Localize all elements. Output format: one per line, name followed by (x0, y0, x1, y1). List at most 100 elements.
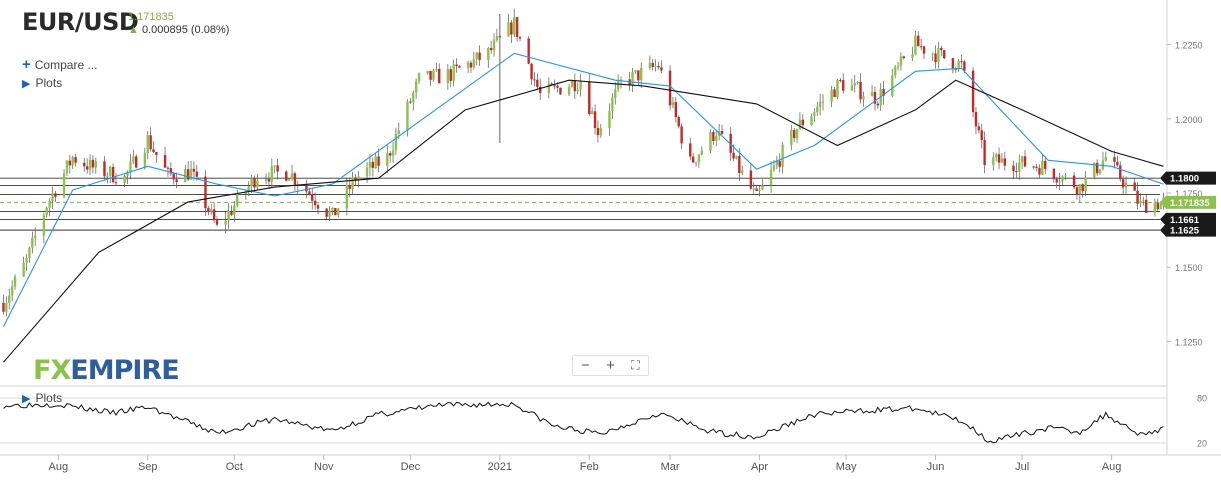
candle-up (937, 47, 940, 63)
candle-up (741, 170, 744, 174)
price-change: 0.000895 (0.08%) (141, 24, 230, 36)
quote-box: 1.171835 ▲ 0.000895 (0.08%) (128, 11, 229, 37)
candle-up (818, 101, 822, 107)
candle-down (1095, 162, 1099, 174)
candle-down (163, 155, 167, 168)
candle-down (429, 71, 432, 80)
rsi-line (3, 401, 1164, 444)
candle-down (311, 194, 314, 201)
candle-up (351, 177, 354, 189)
x-tick-label: Feb (580, 461, 599, 473)
candle-down (449, 69, 452, 81)
candle-down (556, 85, 559, 88)
candle-up (94, 161, 98, 168)
candle-up (790, 130, 793, 145)
candle-up (34, 235, 37, 238)
compare-menu[interactable]: + Compare ... (22, 56, 97, 73)
candle-down (951, 58, 955, 69)
candle-down (974, 111, 978, 127)
candle-down (637, 70, 640, 81)
candle-down (438, 68, 441, 84)
candle-down (149, 135, 152, 150)
candle-up (48, 200, 51, 208)
x-tick-label: Sep (138, 461, 158, 473)
candle-up (798, 119, 802, 129)
candle-up (567, 87, 571, 95)
candle-down (1156, 203, 1159, 210)
plots-label: Plots (35, 76, 63, 90)
candle-up (810, 116, 813, 126)
candle-down (305, 185, 308, 192)
candle-up (599, 127, 603, 136)
x-tick-label: Dec (401, 461, 421, 473)
candle-down (536, 79, 539, 87)
candle-up (487, 48, 490, 60)
candle-up (495, 36, 499, 41)
candle-up (590, 111, 594, 115)
candle-down (1012, 165, 1015, 172)
candle-up (1058, 181, 1061, 183)
candle-up (816, 106, 819, 113)
candle-down (712, 131, 715, 142)
candle-up (368, 161, 372, 168)
candle-down (934, 53, 937, 63)
chart-header: EUR/USD (22, 8, 139, 36)
candle-down (469, 62, 473, 68)
price-chart[interactable]: 1.22501.20001.17501.15001.1250Aug Sep Oct N… (0, 0, 1221, 483)
candle-down (738, 155, 741, 174)
candle-down (530, 63, 533, 80)
candle-up (250, 178, 253, 187)
candle-down (207, 208, 210, 212)
candle-down (778, 160, 781, 167)
candle-down (1081, 184, 1084, 192)
candle-up (507, 22, 510, 37)
candle-down (527, 38, 530, 64)
candle-down (1044, 160, 1047, 169)
candle-down (458, 66, 461, 68)
candle-up (446, 69, 450, 84)
candle-up (106, 175, 109, 177)
fit-screen-icon[interactable]: ⛶ (623, 356, 648, 375)
last-price: 1.171835 (128, 11, 174, 23)
candle-down (660, 67, 663, 71)
candle-up (374, 156, 377, 168)
candle-down (1015, 171, 1018, 173)
candle-down (316, 205, 320, 209)
candle-down (68, 160, 72, 166)
candle-up (631, 72, 634, 86)
candle-down (839, 80, 842, 82)
candle-down (111, 166, 115, 183)
candle-up (1139, 200, 1142, 204)
candle-up (911, 54, 914, 59)
candle-up (264, 179, 268, 181)
candle-down (1023, 156, 1027, 167)
candle-up (781, 144, 784, 167)
candle-up (331, 207, 334, 212)
candle-up (611, 97, 614, 112)
candle-down (1052, 168, 1056, 180)
candle-up (412, 92, 415, 103)
candle-down (313, 200, 317, 206)
level-price-tag: 1.1800 (1160, 171, 1216, 185)
candle-up (8, 295, 11, 303)
candle-up (1142, 199, 1145, 201)
candle-up (88, 159, 92, 170)
candle-down (963, 61, 966, 71)
candle-up (256, 180, 259, 188)
tag-label: 1.1625 (1170, 226, 1200, 237)
candle-down (960, 61, 963, 63)
candle-up (31, 237, 34, 248)
candle-up (146, 135, 149, 154)
candle-down (691, 156, 695, 163)
zoom-out-button[interactable]: − (573, 356, 598, 375)
candle-down (334, 207, 337, 216)
candle-up (62, 173, 66, 197)
zoom-in-button[interactable]: + (598, 356, 623, 375)
candle-up (700, 150, 704, 155)
x-tick-label: 2021 (488, 461, 512, 473)
candle-down (674, 102, 678, 117)
plots-menu[interactable]: ▶ Plots (22, 76, 62, 90)
sub-plots-menu[interactable]: ▶ Plots (22, 391, 62, 405)
candle-down (515, 17, 519, 38)
rsi-tick-label: 80 (1197, 394, 1207, 404)
